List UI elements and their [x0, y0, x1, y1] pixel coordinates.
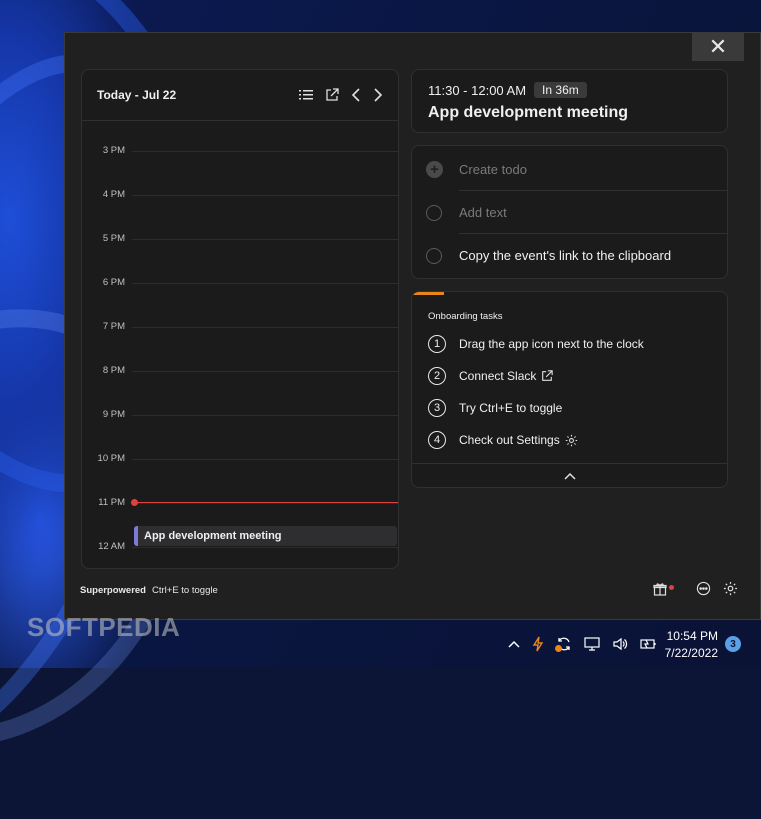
hour-row: 5 PM	[82, 233, 398, 244]
hour-row: 8 PM	[82, 365, 398, 376]
external-link-icon[interactable]	[325, 88, 339, 102]
hour-label: 8 PM	[102, 365, 125, 376]
hour-row: 12 AM	[82, 541, 398, 552]
hour-row: 3 PM	[82, 145, 398, 156]
copy-link-label: Copy the event's link to the clipboard	[459, 248, 672, 263]
notification-badge[interactable]: 3	[725, 636, 741, 652]
calendar-event-label: App development meeting	[144, 530, 282, 542]
event-countdown-badge: In 36m	[534, 82, 587, 98]
calendar-title: Today - Jul 22	[97, 88, 177, 102]
toggle-hint: Ctrl+E to toggle	[152, 585, 218, 596]
event-card[interactable]: 11:30 - 12:00 AM In 36m App development …	[411, 69, 728, 133]
current-time-dot	[131, 499, 138, 506]
collapse-onboarding-button[interactable]	[412, 463, 727, 487]
sync-icon[interactable]	[555, 636, 572, 652]
step-number: 2	[428, 367, 446, 385]
hour-label: 4 PM	[102, 189, 125, 200]
gear-icon[interactable]	[723, 581, 738, 596]
hour-label: 12 AM	[98, 541, 125, 552]
hour-row: 11 PM	[82, 497, 398, 508]
hour-row: 7 PM	[82, 321, 398, 332]
calendar-panel: Today - Jul 22 3 PM 4 PM 5 PM 6 PM 7 PM …	[81, 69, 399, 569]
notification-dot	[669, 585, 674, 590]
hour-label: 10 PM	[97, 453, 125, 464]
create-todo-label: Create todo	[459, 162, 527, 177]
onboarding-step[interactable]: 2 Connect Slack	[428, 367, 554, 385]
clock-time: 10:54 PM	[666, 629, 718, 643]
step-number: 4	[428, 431, 446, 449]
step-number: 3	[428, 399, 446, 417]
footer-icons	[653, 581, 750, 596]
calendar-header: Today - Jul 22	[82, 70, 398, 121]
onboarding-step[interactable]: 1 Drag the app icon next to the clock	[428, 335, 644, 353]
volume-icon[interactable]	[612, 637, 628, 651]
chat-icon[interactable]	[696, 581, 711, 596]
system-tray	[508, 636, 670, 652]
plus-icon: +	[426, 161, 443, 178]
onboarding-card: Onboarding tasks 1 Drag the app icon nex…	[411, 291, 728, 488]
hour-row: 4 PM	[82, 189, 398, 200]
event-time-row: 11:30 - 12:00 AM In 36m	[428, 82, 711, 98]
close-icon: ✕	[708, 34, 728, 59]
gear-icon	[565, 434, 578, 447]
copy-link-row[interactable]: Copy the event's link to the clipboard	[412, 234, 727, 277]
lightning-icon[interactable]	[532, 636, 544, 652]
chevron-up-icon	[563, 467, 576, 485]
gift-icon[interactable]	[653, 581, 684, 596]
app-footer: Superpowered Ctrl+E to toggle	[80, 585, 218, 596]
chevron-right-icon[interactable]	[373, 88, 383, 102]
hour-row: 6 PM	[82, 277, 398, 288]
hour-label: 5 PM	[102, 233, 125, 244]
calendar-event[interactable]: App development meeting	[134, 526, 397, 546]
step-label: Check out Settings	[459, 433, 560, 447]
todo-card: + Create todo Add text Copy the event's …	[411, 145, 728, 279]
battery-icon[interactable]	[640, 637, 658, 651]
list-icon[interactable]	[299, 89, 313, 101]
step-label: Connect Slack	[459, 369, 537, 383]
hour-label: 9 PM	[102, 409, 125, 420]
external-link-icon	[541, 370, 554, 382]
brand-label: Superpowered	[80, 585, 146, 596]
current-time-line	[134, 502, 398, 503]
event-title: App development meeting	[428, 104, 629, 121]
chevron-up-icon[interactable]	[508, 640, 520, 648]
step-label: Drag the app icon next to the clock	[459, 337, 644, 351]
add-text-row[interactable]: Add text	[412, 191, 727, 234]
hour-label: 11 PM	[98, 497, 125, 508]
superpowered-window: ✕ Today - Jul 22 3 PM 4 PM 5 PM 6 PM 7 P…	[64, 32, 761, 620]
add-text-label: Add text	[459, 205, 507, 220]
hour-label: 3 PM	[102, 145, 125, 156]
hour-label: 7 PM	[102, 321, 125, 332]
hour-row: 10 PM	[82, 453, 398, 464]
onboarding-step[interactable]: 4 Check out Settings	[428, 431, 578, 449]
onboarding-title: Onboarding tasks	[428, 311, 503, 322]
step-label: Try Ctrl+E to toggle	[459, 401, 563, 415]
step-number: 1	[428, 335, 446, 353]
chevron-left-icon[interactable]	[351, 88, 361, 102]
create-todo-row[interactable]: + Create todo	[412, 148, 727, 191]
display-icon[interactable]	[584, 637, 600, 651]
checkbox-circle-icon	[426, 204, 442, 221]
onboarding-progress-bar	[412, 292, 444, 295]
taskbar-clock[interactable]: 10:54 PM 7/22/2022	[660, 628, 718, 662]
clock-date: 7/22/2022	[664, 646, 718, 660]
onboarding-step[interactable]: 3 Try Ctrl+E to toggle	[428, 399, 562, 417]
checkbox-circle-icon	[426, 247, 442, 264]
close-button[interactable]: ✕	[692, 33, 744, 61]
hour-label: 6 PM	[102, 277, 125, 288]
hour-row: 9 PM	[82, 409, 398, 420]
event-time: 11:30 - 12:00 AM	[428, 82, 527, 98]
